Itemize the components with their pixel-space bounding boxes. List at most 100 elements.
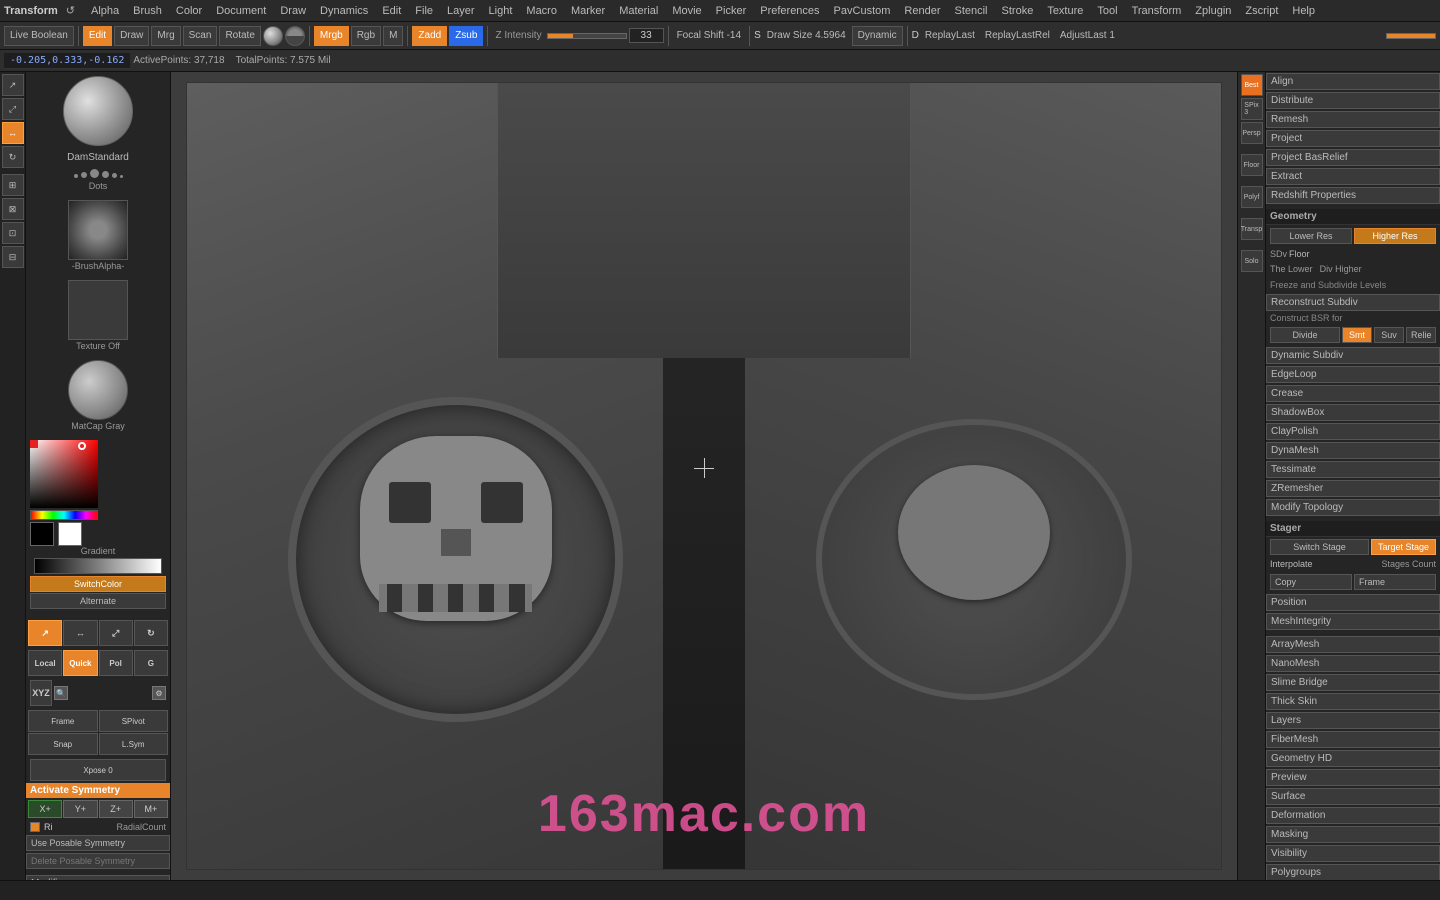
scan-button[interactable]: Scan xyxy=(183,26,218,46)
menu-alpha[interactable]: Alpha xyxy=(85,3,125,19)
lm-btn-5[interactable]: ⊞ xyxy=(2,174,24,196)
relie-btn[interactable]: Relie xyxy=(1406,327,1436,343)
gradient-bar[interactable] xyxy=(34,558,162,574)
menu-color[interactable]: Color xyxy=(170,3,208,19)
menu-dynamics[interactable]: Dynamics xyxy=(314,3,374,19)
zintensity-value[interactable]: 33 xyxy=(629,28,664,43)
edgeloop-btn[interactable]: EdgeLoop xyxy=(1266,366,1440,383)
masking-btn[interactable]: Masking xyxy=(1266,826,1440,843)
lm-btn-8[interactable]: ⊟ xyxy=(2,246,24,268)
switch-stage-btn[interactable]: Switch Stage xyxy=(1270,539,1369,555)
deformation-btn[interactable]: Deformation xyxy=(1266,807,1440,824)
menu-texture[interactable]: Texture xyxy=(1041,3,1089,19)
project-basrelief-btn[interactable]: Project BasRelief xyxy=(1266,149,1440,166)
stager-copy-btn[interactable]: Copy xyxy=(1270,574,1352,590)
lm-btn-7[interactable]: ⊡ xyxy=(2,222,24,244)
distribute-btn[interactable]: Distribute xyxy=(1266,92,1440,109)
menu-marker[interactable]: Marker xyxy=(565,3,611,19)
menu-picker[interactable]: Picker xyxy=(710,3,753,19)
quick-btn[interactable]: Quick xyxy=(63,650,97,676)
lm-btn-3[interactable]: ↔ xyxy=(2,122,24,144)
persp-icon[interactable]: Persp xyxy=(1241,122,1263,144)
lm-btn-4[interactable]: ↻ xyxy=(2,146,24,168)
menu-transform[interactable]: Transform xyxy=(1126,3,1188,19)
sym-m-btn[interactable]: M+ xyxy=(134,800,168,818)
snap-btn[interactable]: Snap xyxy=(28,733,98,755)
m-button[interactable]: M xyxy=(383,26,403,46)
menu-tool[interactable]: Tool xyxy=(1091,3,1123,19)
menu-render[interactable]: Render xyxy=(898,3,946,19)
half-sphere-icon[interactable] xyxy=(285,26,305,46)
search-icon[interactable]: 🔍 xyxy=(54,686,68,700)
frame-btn[interactable]: Frame xyxy=(28,710,98,732)
switch-color-button[interactable]: SwitchColor xyxy=(30,576,166,592)
rotate-tool-btn[interactable]: ↻ xyxy=(134,620,168,646)
menu-stroke[interactable]: Stroke xyxy=(996,3,1040,19)
edit-button[interactable]: Edit xyxy=(83,26,112,46)
layers-btn[interactable]: Layers xyxy=(1266,712,1440,729)
background-color-swatch[interactable] xyxy=(58,522,82,546)
surface-btn[interactable]: Surface xyxy=(1266,788,1440,805)
zsub-button[interactable]: Zsub xyxy=(449,26,483,46)
shadowbox-btn[interactable]: ShadowBox xyxy=(1266,404,1440,421)
orange-slider[interactable] xyxy=(1386,33,1436,39)
draw-button[interactable]: Draw xyxy=(114,26,149,46)
brush-preview-sphere[interactable] xyxy=(63,76,133,146)
menu-document[interactable]: Document xyxy=(210,3,272,19)
project-btn[interactable]: Project xyxy=(1266,130,1440,147)
refresh-icon[interactable]: ↺ xyxy=(66,4,75,17)
mesh-integrity-btn[interactable]: MeshIntegrity xyxy=(1266,613,1440,630)
extract-btn[interactable]: Extract xyxy=(1266,168,1440,185)
lm-btn-6[interactable]: ⊠ xyxy=(2,198,24,220)
remesh-btn[interactable]: Remesh xyxy=(1266,111,1440,128)
menu-movie[interactable]: Movie xyxy=(666,3,707,19)
delete-posable-btn[interactable]: Delete Posable Symmetry xyxy=(26,853,170,869)
zadd-button[interactable]: Zadd xyxy=(412,26,447,46)
tessimate-btn[interactable]: Tessimate xyxy=(1266,461,1440,478)
polyf-icon[interactable]: Polyf xyxy=(1241,186,1263,208)
lm-btn-2[interactable]: ⤢ xyxy=(2,98,24,120)
pol-btn[interactable]: Pol xyxy=(99,650,133,676)
menu-layer[interactable]: Layer xyxy=(441,3,481,19)
ri-checkbox[interactable] xyxy=(30,822,40,832)
sym-x-btn[interactable]: X+ xyxy=(28,800,62,818)
lsym-btn[interactable]: L.Sym xyxy=(99,733,169,755)
smt-btn[interactable]: Smt xyxy=(1342,327,1372,343)
geometry-hd-btn[interactable]: Geometry HD xyxy=(1266,750,1440,767)
menu-file[interactable]: File xyxy=(409,3,439,19)
stager-frame-btn[interactable]: Frame xyxy=(1354,574,1436,590)
claypolish-btn[interactable]: ClayPolish xyxy=(1266,423,1440,440)
dynamesh-btn[interactable]: DynaMesh xyxy=(1266,442,1440,459)
spivot-btn[interactable]: SPivot xyxy=(99,710,169,732)
alpha-preview[interactable] xyxy=(68,200,128,260)
rgb-button[interactable]: Rgb xyxy=(351,26,381,46)
lm-btn-1[interactable]: ↗ xyxy=(2,74,24,96)
sym-y-btn[interactable]: Y+ xyxy=(63,800,97,818)
slime-bridge-btn[interactable]: Slime Bridge xyxy=(1266,674,1440,691)
menu-zplugin[interactable]: Zplugin xyxy=(1189,3,1237,19)
color-gradient-picker[interactable] xyxy=(30,440,98,508)
dynamic-subdiv-btn[interactable]: Dynamic Subdiv xyxy=(1266,347,1440,364)
suv-btn[interactable]: Suv xyxy=(1374,327,1404,343)
xpose-btn[interactable]: Xpose 0 xyxy=(30,759,166,781)
floor-icon[interactable]: Floor xyxy=(1241,154,1263,176)
menu-draw[interactable]: Draw xyxy=(274,3,312,19)
divide-btn[interactable]: Divide xyxy=(1270,327,1340,343)
foreground-color-swatch[interactable] xyxy=(30,522,54,546)
menu-preferences[interactable]: Preferences xyxy=(754,3,825,19)
material-sphere[interactable] xyxy=(263,26,283,46)
menu-help[interactable]: Help xyxy=(1286,3,1321,19)
use-posable-btn[interactable]: Use Posable Symmetry xyxy=(26,835,170,851)
position-btn[interactable]: Position xyxy=(1266,594,1440,611)
draw-tool-btn[interactable]: ↗ xyxy=(28,620,62,646)
menu-material[interactable]: Material xyxy=(613,3,664,19)
modify-topology-btn[interactable]: Modify Topology xyxy=(1266,499,1440,516)
preview-btn[interactable]: Preview xyxy=(1266,769,1440,786)
align-btn[interactable]: Align xyxy=(1266,73,1440,90)
nano-mesh-btn[interactable]: NanoMesh xyxy=(1266,655,1440,672)
hue-slider[interactable] xyxy=(30,510,98,520)
live-boolean-button[interactable]: Live Boolean xyxy=(4,26,74,46)
settings-icon[interactable]: ⚙ xyxy=(152,686,166,700)
dynamic-button[interactable]: Dynamic xyxy=(852,26,903,46)
zremesher-btn[interactable]: ZRemesher xyxy=(1266,480,1440,497)
